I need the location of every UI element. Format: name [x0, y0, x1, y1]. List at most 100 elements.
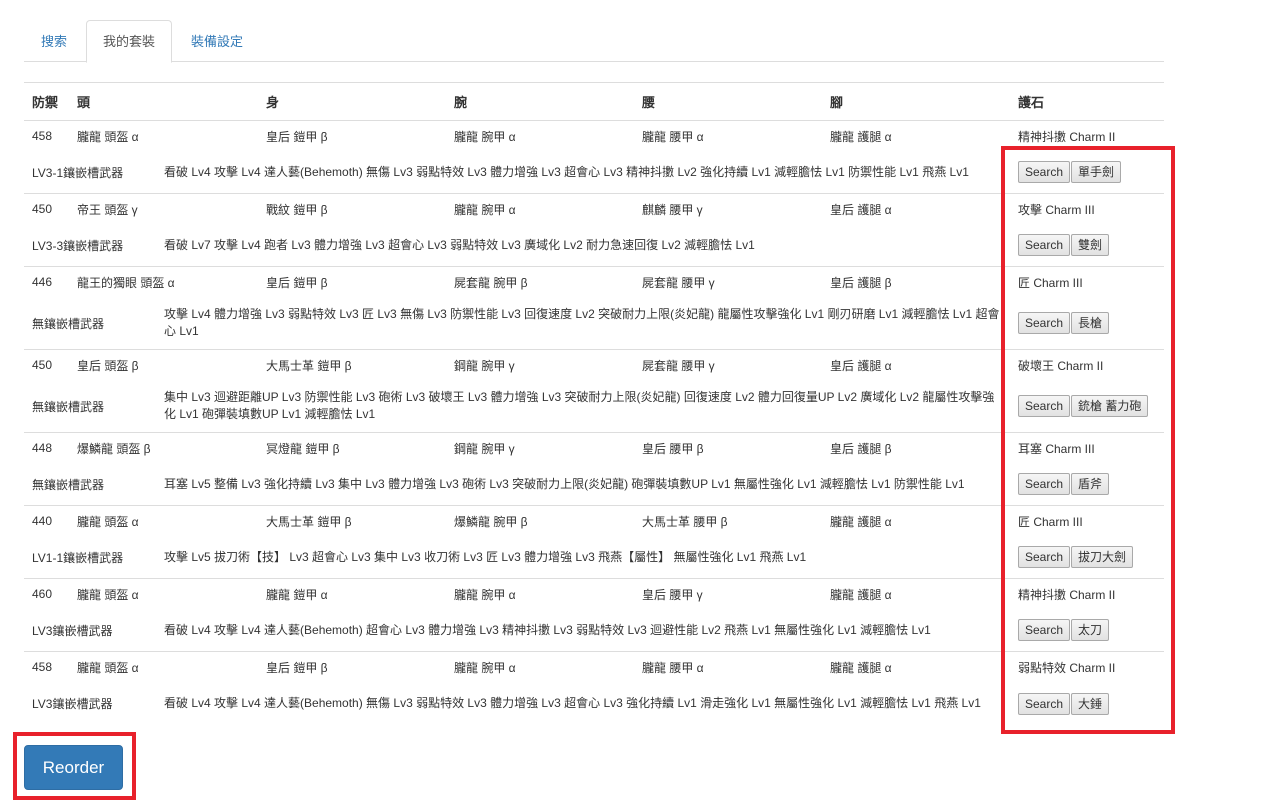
defense-value: 446: [24, 265, 69, 298]
reorder-button[interactable]: Reorder: [24, 745, 123, 790]
weapon-slot: LV3鑲嵌槽武器: [32, 623, 113, 638]
armor-sets-table: 防禦 頭 身 腕 腰 腳 護石 458 朧龍 頭盔 α 皇后 鎧甲 β 朧龍 腕甲 α…: [24, 83, 1164, 724]
legs-armor: 皇后 護腿 β: [822, 431, 1010, 464]
legs-armor: 朧龍 護腿 α: [822, 504, 1010, 537]
head-armor: 朧龍 頭盔 α: [69, 577, 258, 610]
search-button[interactable]: Search: [1018, 692, 1071, 715]
skills-list: 看破 Lv4 攻擊 Lv4 達人藝(Behemoth) 無傷 Lv3 弱點特效 …: [164, 164, 969, 179]
skills-list: 看破 Lv7 攻擊 Lv4 跑者 Lv3 體力增強 Lv3 超會心 Lv3 弱點…: [164, 237, 755, 252]
search-button[interactable]: Search: [1018, 473, 1071, 496]
charm: 攻擊 Charm III: [1010, 192, 1164, 225]
waist-armor: 朧龍 腰甲 α: [634, 650, 822, 683]
set-skills-row: LV3-3鑲嵌槽武器 看破 Lv7 攻擊 Lv4 跑者 Lv3 體力增強 Lv3 …: [24, 225, 1164, 266]
arm-armor: 朧龍 腕甲 α: [446, 650, 634, 683]
skills-list: 看破 Lv4 攻擊 Lv4 達人藝(Behemoth) 無傷 Lv3 弱點特效 …: [164, 696, 981, 710]
charm: 匠 Charm III: [1010, 504, 1164, 537]
set-armor-row: 450 皇后 頭盔 β 大馬士革 鎧甲 β 鋼龍 腕甲 γ 屍套龍 腰甲 γ 皇后 護腿 …: [24, 348, 1164, 381]
set-armor-row: 440 朧龍 頭盔 α 大馬士革 鎧甲 β 爆鱗龍 腕甲 β 大馬士革 腰甲 β 朧龍 護…: [24, 504, 1164, 537]
head-armor: 帝王 頭盔 γ: [69, 192, 258, 225]
tab-equipment-settings[interactable]: 裝備設定: [174, 20, 260, 62]
search-button[interactable]: Search: [1018, 395, 1071, 418]
arm-armor: 爆鱗龍 腕甲 β: [446, 504, 634, 537]
charm: 精神抖擻 Charm II: [1010, 119, 1164, 152]
charm: 匠 Charm III: [1010, 265, 1164, 298]
body-armor: 皇后 鎧甲 β: [258, 650, 446, 683]
defense-value: 450: [24, 348, 69, 381]
search-button[interactable]: Search: [1018, 161, 1071, 184]
weapon-type-button[interactable]: 大錘: [1071, 692, 1110, 715]
arm-armor: 鋼龍 腕甲 γ: [446, 348, 634, 381]
set-skills-row: LV3-1鑲嵌槽武器 看破 Lv4 攻擊 Lv4 達人藝(Behemoth) 無傷…: [24, 152, 1164, 193]
body-armor: 皇后 鎧甲 β: [258, 119, 446, 152]
skills-list: 攻擊 Lv4 體力增強 Lv3 弱點特效 Lv3 匠 Lv3 無傷 Lv3 防禦…: [164, 307, 1000, 339]
weapon-type-button[interactable]: 雙劍: [1071, 234, 1110, 257]
table-header-row: 防禦 頭 身 腕 腰 腳 護石: [24, 83, 1164, 121]
weapon-slot: 無鑲嵌槽武器: [32, 399, 105, 414]
waist-armor: 大馬士革 腰甲 β: [634, 504, 822, 537]
waist-armor: 朧龍 腰甲 α: [634, 119, 822, 152]
set-armor-row: 458 朧龍 頭盔 α 皇后 鎧甲 β 朧龍 腕甲 α 朧龍 腰甲 α 朧龍 護腿 α 弱點…: [24, 650, 1164, 683]
waist-armor: 屍套龍 腰甲 γ: [634, 265, 822, 298]
header-defense: 防禦: [24, 83, 69, 121]
set-armor-row: 460 朧龍 頭盔 α 朧龍 鎧甲 α 朧龍 腕甲 α 皇后 腰甲 γ 朧龍 護腿 α 精神…: [24, 577, 1164, 610]
set-skills-row: LV3鑲嵌槽武器 看破 Lv4 攻擊 Lv4 達人藝(Behemoth) 無傷 L…: [24, 683, 1164, 724]
set-skills-row: LV1-1鑲嵌槽武器 攻擊 Lv5 拔刀術【技】 Lv3 超會心 Lv3 集中 L…: [24, 537, 1164, 578]
weapon-slot: LV3-3鑲嵌槽武器: [32, 238, 124, 253]
set-armor-row: 458 朧龍 頭盔 α 皇后 鎧甲 β 朧龍 腕甲 α 朧龍 腰甲 α 朧龍 護腿 α 精神…: [24, 119, 1164, 152]
legs-armor: 朧龍 護腿 α: [822, 119, 1010, 152]
actions-cell: Search 銃槍 蓄力砲: [1010, 381, 1164, 432]
head-armor: 朧龍 頭盔 α: [69, 650, 258, 683]
main-container: 搜索 我的套裝 裝備設定 防禦 頭 身 腕 腰 腳 護石 458 朧龍 頭盔 α皇…: [24, 0, 1164, 724]
actions-cell: Search 盾斧: [1010, 464, 1164, 505]
set-armor-row: 450 帝王 頭盔 γ 戰紋 鎧甲 β 朧龍 腕甲 α 麒麟 腰甲 γ 皇后 護腿 α 攻擊…: [24, 192, 1164, 225]
actions-cell: Search 單手劍: [1010, 152, 1164, 193]
waist-armor: 麒麟 腰甲 γ: [634, 192, 822, 225]
tab-my-sets[interactable]: 我的套裝: [86, 20, 173, 63]
defense-value: 460: [24, 577, 69, 610]
body-armor: 皇后 鎧甲 β: [258, 265, 446, 298]
actions-cell: Search 太刀: [1010, 610, 1164, 651]
waist-armor: 皇后 腰甲 γ: [634, 577, 822, 610]
charm: 精神抖擻 Charm II: [1010, 577, 1164, 610]
header-legs: 腳: [822, 83, 1010, 121]
defense-value: 458: [24, 119, 69, 152]
weapon-type-button[interactable]: 銃槍 蓄力砲: [1071, 395, 1149, 418]
arm-armor: 屍套龍 腕甲 β: [446, 265, 634, 298]
actions-cell: Search 長槍: [1010, 298, 1164, 349]
search-button[interactable]: Search: [1018, 619, 1071, 642]
legs-armor: 皇后 護腿 α: [822, 192, 1010, 225]
legs-armor: 皇后 護腿 α: [822, 348, 1010, 381]
weapon-type-button[interactable]: 單手劍: [1071, 161, 1122, 184]
arm-armor: 朧龍 腕甲 α: [446, 192, 634, 225]
defense-value: 458: [24, 650, 69, 683]
head-armor: 朧龍 頭盔 α: [69, 119, 258, 152]
header-waist: 腰: [634, 83, 822, 121]
tab-search[interactable]: 搜索: [24, 20, 84, 62]
charm: 弱點特效 Charm II: [1010, 650, 1164, 683]
weapon-slot: LV3-1鑲嵌槽武器: [32, 165, 124, 180]
waist-armor: 皇后 腰甲 β: [634, 431, 822, 464]
legs-armor: 朧龍 護腿 α: [822, 650, 1010, 683]
head-armor: 皇后 頭盔 β: [69, 348, 258, 381]
weapon-type-button[interactable]: 太刀: [1071, 619, 1110, 642]
waist-armor: 屍套龍 腰甲 γ: [634, 348, 822, 381]
set-skills-row: 無鑲嵌槽武器 攻擊 Lv4 體力增強 Lv3 弱點特效 Lv3 匠 Lv3 無傷 …: [24, 298, 1164, 349]
head-armor: 爆鱗龍 頭盔 β: [69, 431, 258, 464]
search-button[interactable]: Search: [1018, 234, 1071, 257]
weapon-type-button[interactable]: 長槍: [1071, 312, 1110, 335]
search-button[interactable]: Search: [1018, 312, 1071, 335]
search-button[interactable]: Search: [1018, 546, 1071, 569]
header-body: 身: [258, 83, 446, 121]
header-charm: 護石: [1010, 83, 1164, 121]
set-armor-row: 448 爆鱗龍 頭盔 β 冥燈龍 鎧甲 β 鋼龍 腕甲 γ 皇后 腰甲 β 皇后 護腿 β…: [24, 431, 1164, 464]
arm-armor: 朧龍 腕甲 α: [446, 577, 634, 610]
body-armor: 大馬士革 鎧甲 β: [258, 348, 446, 381]
header-arm: 腕: [446, 83, 634, 121]
defense-value: 448: [24, 431, 69, 464]
actions-cell: Search 拔刀大劍: [1010, 537, 1164, 578]
set-skills-row: LV3鑲嵌槽武器 看破 Lv4 攻擊 Lv4 達人藝(Behemoth) 超會心 …: [24, 610, 1164, 651]
sets-body: 458 朧龍 頭盔 α 皇后 鎧甲 β 朧龍 腕甲 α 朧龍 腰甲 α 朧龍 護腿 α 精神…: [24, 119, 1164, 724]
weapon-type-button[interactable]: 拔刀大劍: [1071, 546, 1134, 569]
weapon-type-button[interactable]: 盾斧: [1071, 473, 1110, 496]
skills-list: 攻擊 Lv5 拔刀術【技】 Lv3 超會心 Lv3 集中 Lv3 收刀術 Lv3…: [164, 549, 807, 564]
